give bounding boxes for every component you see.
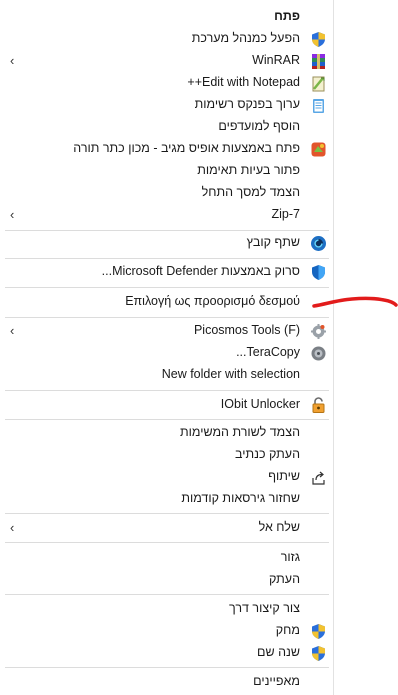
menu-separator xyxy=(5,390,329,391)
menu-item-label: WinRAR xyxy=(252,53,300,67)
annotation-underline-mark xyxy=(312,296,398,308)
menu-item-label: ערוך בפנקס רשימות xyxy=(194,97,300,111)
menu-item-cut[interactable]: גזור xyxy=(5,548,329,569)
menu-separator xyxy=(5,230,329,231)
menu-item-label: TeraCopy... xyxy=(236,345,300,359)
menu-item-copy[interactable]: העתק xyxy=(5,570,329,591)
menu-item-restore-previous-versions[interactable]: שחזור גירסאות קודמות xyxy=(5,489,329,510)
menu-item-label: 7-Zip xyxy=(271,207,301,221)
chevron-left-icon: ‹ xyxy=(10,520,15,535)
shield-icon xyxy=(310,31,327,48)
menu-item-label: New folder with selection xyxy=(161,367,300,381)
menu-item-7zip[interactable]: 7-Zip ‹ xyxy=(5,205,329,226)
menu-item-delete[interactable]: מחק xyxy=(5,621,329,642)
screen: פתח הפעל כמנהל מערכת WinRAR ‹ Edit with … xyxy=(0,0,398,695)
menu-item-label: גזור xyxy=(280,550,300,564)
picosmos-icon xyxy=(310,323,327,340)
notepad-icon xyxy=(310,97,327,114)
office-app-icon xyxy=(310,141,327,158)
menu-separator xyxy=(5,513,329,514)
winrar-icon xyxy=(310,53,327,70)
menu-separator xyxy=(5,317,329,318)
menu-item-label: שלח אל xyxy=(258,520,300,534)
menu-item-label: שחזור גירסאות קודמות xyxy=(181,491,300,505)
menu-item-new-folder-with-selection[interactable]: New folder with selection xyxy=(5,365,329,386)
menu-item-label: Επιλογή ως προορισμό δεσμού xyxy=(125,294,300,308)
share-file-icon xyxy=(310,235,327,252)
menu-item-label: העתק כנתיב xyxy=(235,447,300,461)
menu-item-copy-as-path[interactable]: העתק כנתיב xyxy=(5,445,329,466)
menu-item-create-shortcut[interactable]: צור קיצור דרך xyxy=(5,599,329,620)
menu-item-label: הפעל כמנהל מערכת xyxy=(191,31,300,45)
share-icon xyxy=(310,469,327,486)
chevron-left-icon: ‹ xyxy=(10,53,15,68)
shield-icon xyxy=(310,623,327,640)
menu-item-edit-notepad-plus[interactable]: Edit with Notepad++ xyxy=(5,73,329,94)
menu-item-run-as-admin[interactable]: הפעל כמנהל מערכת xyxy=(5,29,329,50)
menu-item-send-to[interactable]: שלח אל ‹ xyxy=(5,518,329,539)
menu-item-label: הצמד לשורת המשימות xyxy=(180,425,300,439)
menu-item-add-favorites[interactable]: הוסף למועדפים xyxy=(5,117,329,138)
menu-item-label: הוסף למועדפים xyxy=(218,119,300,133)
menu-item-label: פתור בעיות תאימות xyxy=(197,163,300,177)
menu-item-rename[interactable]: שנה שם xyxy=(5,643,329,664)
chevron-left-icon: ‹ xyxy=(10,323,15,338)
menu-item-pin-to-start[interactable]: הצמד למסך התחל xyxy=(5,183,329,204)
context-menu: פתח הפעל כמנהל מערכת WinRAR ‹ Edit with … xyxy=(0,0,334,695)
menu-item-properties[interactable]: מאפיינים xyxy=(5,672,329,693)
menu-separator xyxy=(5,667,329,668)
menu-item-picosmos-tools[interactable]: Picosmos Tools (F) ‹ xyxy=(5,321,329,342)
menu-item-iobit-unlocker[interactable]: IObit Unlocker xyxy=(5,395,329,416)
menu-item-label: שיתוף xyxy=(268,469,300,483)
menu-item-label: סרוק באמצעות Microsoft Defender... xyxy=(101,264,300,278)
menu-item-winrar[interactable]: WinRAR ‹ xyxy=(5,51,329,72)
unlocker-icon xyxy=(310,397,327,414)
menu-item-open-with-office-app[interactable]: פתח באמצעות אופיס מגיב - מכון כתר תורה xyxy=(5,139,329,160)
menu-separator xyxy=(5,594,329,595)
defender-icon xyxy=(310,264,327,281)
menu-item-label: Picosmos Tools (F) xyxy=(193,323,300,337)
menu-item-troubleshoot-compatibility[interactable]: פתור בעיות תאימות xyxy=(5,161,329,182)
notepad-plus-icon xyxy=(310,75,327,92)
menu-item-label: צור קיצור דרך xyxy=(229,601,300,615)
menu-separator xyxy=(5,258,329,259)
menu-separator xyxy=(5,287,329,288)
menu-item-teracopy[interactable]: TeraCopy... xyxy=(5,343,329,364)
menu-item-label: Edit with Notepad++ xyxy=(187,75,300,89)
menu-item-label: פתח באמצעות אופיס מגיב - מכון כתר תורה xyxy=(73,141,300,155)
menu-item-share-file[interactable]: שתף קובץ xyxy=(5,233,329,254)
teracopy-icon xyxy=(310,345,327,362)
menu-item-select-link-target[interactable]: Επιλογή ως προορισμό δεσμού xyxy=(5,292,329,313)
menu-item-label: הצמד למסך התחל xyxy=(201,185,300,199)
menu-item-share[interactable]: שיתוף xyxy=(5,467,329,488)
menu-item-pin-to-taskbar[interactable]: הצמד לשורת המשימות xyxy=(5,423,329,444)
menu-item-label: מאפיינים xyxy=(253,674,300,688)
menu-separator xyxy=(5,419,329,420)
menu-item-label: מחק xyxy=(275,623,300,637)
chevron-left-icon: ‹ xyxy=(10,207,15,222)
menu-item-label: שנה שם xyxy=(257,645,300,659)
menu-item-label: שתף קובץ xyxy=(246,235,300,249)
menu-item-label: IObit Unlocker xyxy=(220,397,300,411)
menu-separator xyxy=(5,542,329,543)
menu-item-scan-defender[interactable]: סרוק באמצעות Microsoft Defender... xyxy=(5,262,329,283)
menu-item-edit-notepad[interactable]: ערוך בפנקס רשימות xyxy=(5,95,329,116)
menu-item-label: פתח xyxy=(274,9,300,23)
shield-icon xyxy=(310,645,327,662)
menu-item-open[interactable]: פתח xyxy=(5,7,329,28)
menu-item-label: העתק xyxy=(269,572,300,586)
